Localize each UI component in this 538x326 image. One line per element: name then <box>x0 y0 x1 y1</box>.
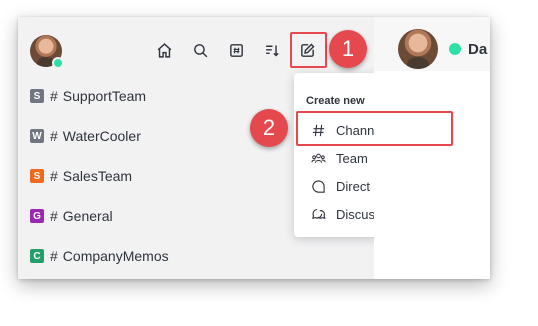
create-new-icon <box>300 42 315 57</box>
room-avatar: W <box>30 129 44 143</box>
sidebar-item-companymemos[interactable]: C # CompanyMemos <box>30 243 280 269</box>
sidebar-item-supportteam[interactable]: S # SupportTeam <box>30 83 280 109</box>
menu-item-label: Team <box>336 150 368 166</box>
create-new-button[interactable] <box>294 37 320 63</box>
main-pane: Da <box>374 17 490 279</box>
app-window: S # SupportTeam W # WaterCooler S # SalesTeam G # G… <box>18 17 490 279</box>
sidebar-item-salesteam[interactable]: S # SalesTeam <box>30 163 280 189</box>
search-icon <box>193 43 207 57</box>
contact-online-icon <box>449 43 461 55</box>
directory-icon <box>229 43 243 57</box>
room-name: WaterCooler <box>62 128 141 144</box>
hash-icon: # <box>50 88 58 104</box>
contact-avatar[interactable] <box>398 29 438 69</box>
sidebar-item-watercooler[interactable]: W # WaterCooler <box>30 123 280 149</box>
hash-icon: # <box>50 168 58 184</box>
team-icon <box>310 150 326 166</box>
sidebar: S # SupportTeam W # WaterCooler S # SalesTeam G # G… <box>18 17 452 279</box>
sort-button[interactable] <box>259 37 285 63</box>
room-avatar: G <box>30 209 44 223</box>
search-button[interactable] <box>187 37 213 63</box>
menu-title: Create new <box>306 95 365 107</box>
direct-message-icon <box>310 178 326 194</box>
discussion-icon <box>310 206 326 222</box>
hash-icon: # <box>50 128 58 144</box>
home-button[interactable] <box>151 37 177 63</box>
sort-icon <box>265 45 279 56</box>
online-status-icon <box>52 57 64 69</box>
room-avatar: S <box>30 169 44 183</box>
room-name: General <box>62 208 113 224</box>
room-name: SalesTeam <box>62 168 133 184</box>
sidebar-item-general[interactable]: G # General <box>30 203 280 229</box>
contact-name[interactable]: Da <box>468 41 487 58</box>
hash-icon: # <box>50 248 58 264</box>
room-name: CompanyMemos <box>62 248 169 264</box>
room-avatar: S <box>30 89 44 103</box>
room-name: SupportTeam <box>62 88 147 104</box>
directory-button[interactable] <box>223 37 249 63</box>
step-2-badge: 2 <box>250 109 288 147</box>
room-avatar: C <box>30 249 44 263</box>
step-1-badge: 1 <box>329 30 367 68</box>
home-icon <box>157 42 171 58</box>
hash-icon <box>310 122 326 138</box>
hash-icon: # <box>50 208 58 224</box>
